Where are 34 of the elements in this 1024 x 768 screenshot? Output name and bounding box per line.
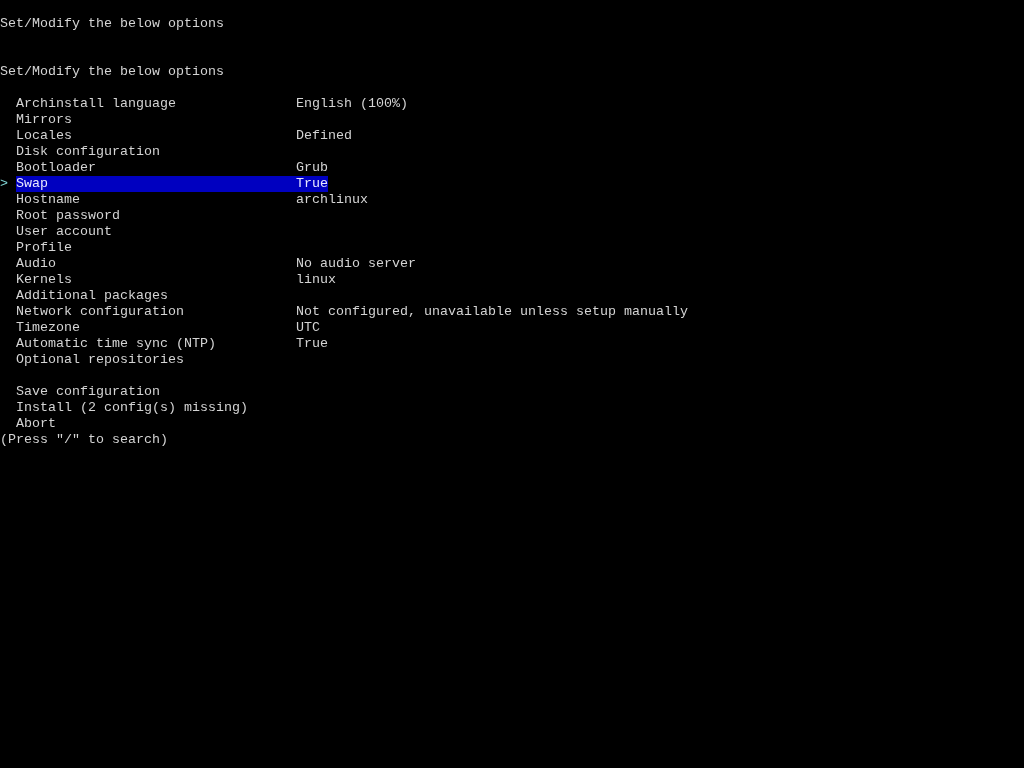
menu-item[interactable]: Profile	[16, 240, 296, 256]
menu-item[interactable]: Archinstall language	[16, 96, 296, 112]
menu-item[interactable]: Mirrors	[16, 112, 296, 128]
menu-item[interactable]: Locales	[16, 128, 296, 144]
option-value: True	[296, 176, 328, 192]
menu-item[interactable]: Timezone	[16, 320, 296, 336]
search-hint: (Press "/" to search)	[0, 432, 168, 448]
option-value: No audio server	[296, 256, 416, 272]
option-value: True	[296, 336, 328, 352]
menu-item[interactable]: Optional repositories	[16, 352, 296, 368]
option-value: Grub	[296, 160, 328, 176]
option-value: Defined	[296, 128, 352, 144]
menu-item[interactable]: Save configuration	[16, 384, 160, 400]
option-value: Not configured, unavailable unless setup manually	[296, 304, 688, 320]
menu-item[interactable]: Swap	[16, 176, 296, 192]
header-text: Set/Modify the below options	[0, 16, 224, 32]
menu-item[interactable]: Kernels	[16, 272, 296, 288]
option-value: archlinux	[296, 192, 368, 208]
option-value: English (100%)	[296, 96, 408, 112]
option-value: linux	[296, 272, 336, 288]
menu-item[interactable]: Install (2 config(s) missing)	[16, 400, 248, 416]
menu-item[interactable]: Disk configuration	[16, 144, 296, 160]
cursor-glyph: >	[0, 176, 8, 191]
menu-item[interactable]: Audio	[16, 256, 296, 272]
menu-item[interactable]: Abort	[16, 416, 56, 432]
menu-title: Set/Modify the below options	[0, 64, 224, 80]
menu-item[interactable]: Hostname	[16, 192, 296, 208]
menu-item[interactable]: Network configuration	[16, 304, 296, 320]
option-value: UTC	[296, 320, 320, 336]
menu-item[interactable]: Root password	[16, 208, 296, 224]
menu-item[interactable]: Additional packages	[16, 288, 296, 304]
menu-item[interactable]: User account	[16, 224, 296, 240]
menu-item[interactable]: Bootloader	[16, 160, 296, 176]
menu-item[interactable]: Automatic time sync (NTP)	[16, 336, 296, 352]
